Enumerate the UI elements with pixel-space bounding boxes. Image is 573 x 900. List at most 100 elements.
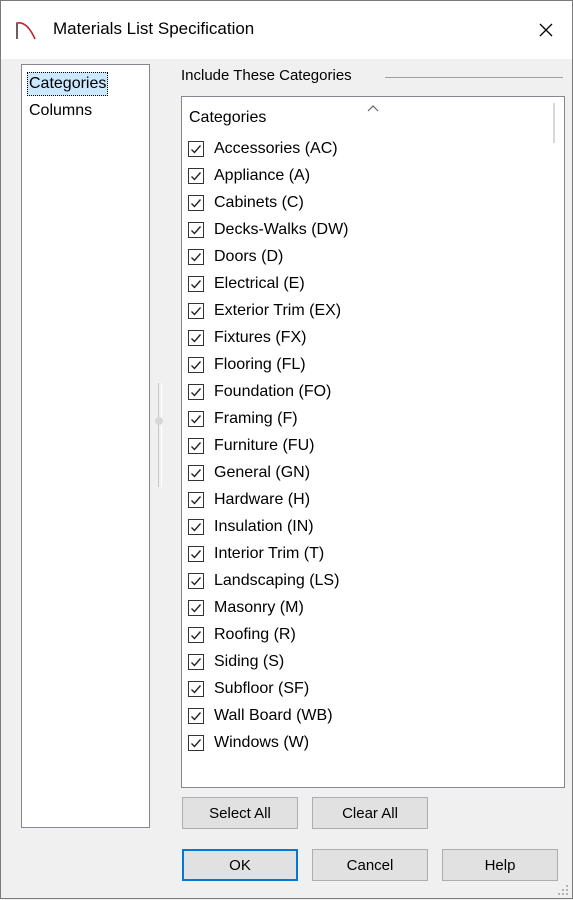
category-item[interactable]: Interior Trim (T) (188, 542, 324, 566)
category-label: Foundation (FO) (214, 383, 332, 400)
category-label: Framing (F) (214, 410, 298, 427)
category-item[interactable]: Cabinets (C) (188, 191, 304, 215)
checkbox[interactable] (188, 735, 204, 751)
category-label: Electrical (E) (214, 275, 305, 292)
check-icon (191, 361, 202, 370)
category-item[interactable]: Electrical (E) (188, 272, 305, 296)
checkbox[interactable] (188, 141, 204, 157)
checkbox[interactable] (188, 303, 204, 319)
close-icon (539, 23, 553, 37)
category-item[interactable]: Flooring (FL) (188, 353, 306, 377)
category-item[interactable]: Siding (S) (188, 650, 284, 674)
check-icon (191, 172, 202, 181)
sort-up-caret-icon[interactable] (367, 99, 379, 116)
category-item[interactable]: Wall Board (WB) (188, 704, 333, 728)
category-item[interactable]: Fixtures (FX) (188, 326, 306, 350)
category-item[interactable]: Insulation (IN) (188, 515, 314, 539)
category-label: Appliance (A) (214, 167, 311, 184)
select-all-button[interactable]: Select All (182, 797, 298, 829)
category-label: Subfloor (SF) (214, 680, 310, 697)
cancel-button[interactable]: Cancel (312, 849, 428, 881)
checkbox[interactable] (188, 411, 204, 427)
category-item[interactable]: Windows (W) (188, 731, 309, 755)
checkbox[interactable] (188, 573, 204, 589)
checkbox[interactable] (188, 492, 204, 508)
checkbox[interactable] (188, 276, 204, 292)
scrollbar[interactable] (553, 103, 555, 143)
check-icon (191, 226, 202, 235)
checkbox[interactable] (188, 681, 204, 697)
category-item[interactable]: Accessories (AC) (188, 137, 338, 161)
checkbox[interactable] (188, 168, 204, 184)
categories-list[interactable]: Categories Accessories (AC) Appliance (A)… (181, 96, 565, 788)
category-label: Siding (S) (214, 653, 285, 670)
close-button[interactable] (526, 11, 566, 49)
clear-all-button[interactable]: Clear All (312, 797, 428, 829)
category-item[interactable]: Doors (D) (188, 245, 283, 269)
category-label: Fixtures (FX) (214, 329, 307, 346)
category-label: Decks-Walks (DW) (214, 221, 349, 238)
check-icon (191, 658, 202, 667)
category-item[interactable]: Masonry (M) (188, 596, 304, 620)
category-item[interactable]: Appliance (A) (188, 164, 310, 188)
check-icon (191, 199, 202, 208)
checkbox[interactable] (188, 357, 204, 373)
check-icon (191, 280, 202, 289)
category-label: Exterior Trim (EX) (214, 302, 342, 319)
category-item[interactable]: Roofing (R) (188, 623, 296, 647)
check-icon (191, 577, 202, 586)
category-item[interactable]: Hardware (H) (188, 488, 310, 512)
category-label: Cabinets (C) (214, 194, 304, 211)
category-label: Insulation (IN) (214, 518, 314, 535)
category-label: Roofing (R) (214, 626, 296, 643)
checkbox[interactable] (188, 330, 204, 346)
checkbox[interactable] (188, 438, 204, 454)
window-title: Materials List Specification (53, 19, 255, 38)
splitter-grip-icon[interactable] (155, 417, 163, 425)
checkbox[interactable] (188, 465, 204, 481)
category-item[interactable]: Foundation (FO) (188, 380, 331, 404)
check-icon (191, 145, 202, 154)
check-icon (191, 388, 202, 397)
category-item[interactable]: Landscaping (LS) (188, 569, 339, 593)
check-icon (191, 442, 202, 451)
nav-panel: Categories Columns (21, 64, 150, 828)
checkbox[interactable] (188, 627, 204, 643)
category-label: Hardware (H) (214, 491, 311, 508)
checkbox[interactable] (188, 249, 204, 265)
category-label: Wall Board (WB) (214, 707, 333, 724)
category-item[interactable]: Framing (F) (188, 407, 298, 431)
category-item[interactable]: Decks-Walks (DW) (188, 218, 349, 242)
checkbox[interactable] (188, 708, 204, 724)
ok-button[interactable]: OK (182, 849, 298, 881)
category-item[interactable]: Furniture (FU) (188, 434, 314, 458)
checkbox[interactable] (188, 546, 204, 562)
group-title: Include These Categories (181, 67, 352, 84)
nav-item-categories[interactable]: Categories (27, 72, 109, 96)
checkbox[interactable] (188, 519, 204, 535)
list-column-header[interactable]: Categories (189, 109, 266, 127)
check-icon (191, 631, 202, 640)
check-icon (191, 685, 202, 694)
checkbox[interactable] (188, 195, 204, 211)
category-item[interactable]: Subfloor (SF) (188, 677, 309, 701)
dialog-window: Materials List Specification Categories … (0, 0, 573, 899)
check-icon (191, 469, 202, 478)
category-label: Landscaping (LS) (214, 572, 340, 589)
nav-item-columns[interactable]: Columns (27, 99, 94, 123)
checkbox[interactable] (188, 222, 204, 238)
check-icon (191, 739, 202, 748)
checkbox[interactable] (188, 600, 204, 616)
title-bar[interactable]: Materials List Specification (1, 1, 572, 59)
category-label: Masonry (M) (214, 599, 304, 616)
help-button[interactable]: Help (442, 849, 558, 881)
category-label: Furniture (FU) (214, 437, 315, 454)
check-icon (191, 550, 202, 559)
category-item[interactable]: General (GN) (188, 461, 310, 485)
checkbox[interactable] (188, 654, 204, 670)
resize-grip-icon[interactable] (557, 883, 569, 900)
category-item[interactable]: Exterior Trim (EX) (188, 299, 341, 323)
splitter[interactable] (158, 383, 162, 487)
checkbox[interactable] (188, 384, 204, 400)
category-label: Accessories (AC) (214, 140, 338, 157)
